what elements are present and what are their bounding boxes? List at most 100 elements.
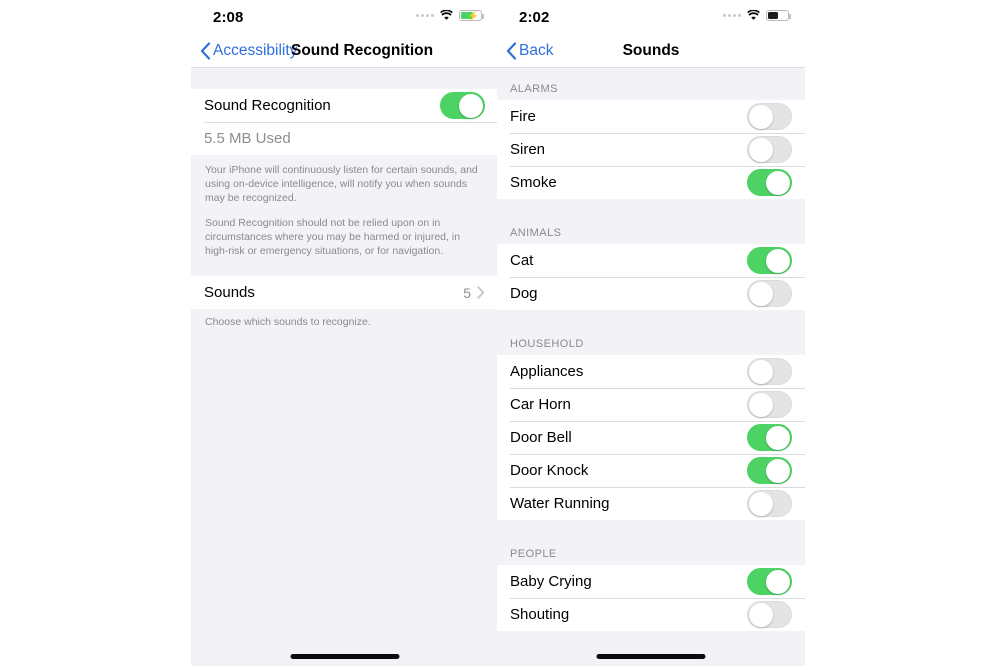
row-value-count: 5 (463, 285, 471, 301)
toggle-siren[interactable] (747, 136, 792, 163)
toggle-knob (459, 94, 483, 118)
row-storage-used: 5.5 MB Used (191, 122, 498, 155)
section-header-people: PEOPLE (497, 543, 805, 565)
toggle-car-horn[interactable] (747, 391, 792, 418)
row-car-horn[interactable]: Car Horn (497, 388, 805, 421)
row-label: Door Knock (510, 462, 747, 479)
section-spacer (497, 310, 805, 333)
spacer-top (191, 68, 498, 89)
status-bar-indicators: ⚡ (416, 10, 482, 21)
toggle-fire[interactable] (747, 103, 792, 130)
row-label: Baby Crying (510, 573, 747, 590)
section-group-household: Appliances Car Horn Door Bell Door Knock Wat… (497, 355, 805, 520)
status-bar-indicators (723, 10, 789, 21)
section-group-people: Baby Crying Shouting (497, 565, 805, 631)
toggle-knob (749, 138, 773, 162)
row-label: Shouting (510, 606, 747, 623)
section-spacer (497, 520, 805, 543)
phone-screen-sound-recognition: 2:08 ⚡ Accessibility (191, 0, 498, 666)
row-dog[interactable]: Dog (497, 277, 805, 310)
toggle-cat[interactable] (747, 247, 792, 274)
signal-dots-icon (723, 14, 741, 17)
toggle-door-knock[interactable] (747, 457, 792, 484)
toggle-smoke[interactable] (747, 169, 792, 196)
toggle-knob (766, 459, 790, 483)
row-fire[interactable]: Fire (497, 100, 805, 133)
toggle-knob (766, 570, 790, 594)
row-smoke[interactable]: Smoke (497, 166, 805, 199)
toggle-knob (766, 426, 790, 450)
section-header-household: HOUSEHOLD (497, 333, 805, 355)
row-door-knock[interactable]: Door Knock (497, 454, 805, 487)
back-button-accessibility[interactable]: Accessibility (200, 34, 297, 68)
row-label: Fire (510, 108, 747, 125)
section-spacer (497, 199, 805, 222)
toggle-knob (749, 282, 773, 306)
status-bar-right: 2:02 (497, 0, 805, 34)
sounds-note: Choose which sounds to recognize. (191, 309, 498, 328)
chevron-right-icon (477, 286, 485, 299)
row-label: Water Running (510, 495, 747, 512)
row-siren[interactable]: Siren (497, 133, 805, 166)
toggle-knob (749, 105, 773, 129)
section-header-alarms: ALARMS (497, 78, 805, 100)
toggle-knob (749, 393, 773, 417)
row-sound-recognition[interactable]: Sound Recognition (191, 89, 498, 122)
row-label: Sound Recognition (204, 97, 440, 114)
signal-dots-icon (416, 14, 434, 17)
section-spacer (497, 68, 805, 78)
toggle-knob (766, 249, 790, 273)
toggle-dog[interactable] (747, 280, 792, 307)
toggle-door-bell[interactable] (747, 424, 792, 451)
section-header-animals: ANIMALS (497, 222, 805, 244)
chevron-left-icon (200, 42, 211, 60)
description-paragraph-2: Sound Recognition should not be relied u… (205, 216, 481, 258)
row-label: Siren (510, 141, 747, 158)
screenshot-stage: 2:08 ⚡ Accessibility (0, 0, 1000, 666)
description-paragraph-1: Your iPhone will continuously listen for… (205, 163, 481, 205)
row-door-bell[interactable]: Door Bell (497, 421, 805, 454)
toggle-knob (749, 603, 773, 627)
toggle-water-running[interactable] (747, 490, 792, 517)
row-shouting[interactable]: Shouting (497, 598, 805, 631)
status-bar-left: 2:08 ⚡ (191, 0, 498, 34)
sound-recognition-group: Sound Recognition 5.5 MB Used (191, 89, 498, 155)
nav-bar-left: Accessibility Sound Recognition (191, 34, 498, 68)
section-group-alarms: Fire Siren Smoke (497, 100, 805, 199)
page-title: Sounds (497, 34, 805, 68)
row-cat[interactable]: Cat (497, 244, 805, 277)
row-sounds[interactable]: Sounds 5 (191, 276, 498, 309)
row-label: Appliances (510, 363, 747, 380)
sounds-group: Sounds 5 (191, 276, 498, 309)
sounds-scroll[interactable]: ALARMS Fire Siren Smoke ANIMALS Cat Dog HOUSEHO… (497, 68, 805, 666)
row-label: 5.5 MB Used (204, 130, 485, 147)
wifi-icon (439, 10, 454, 21)
row-label: Door Bell (510, 429, 747, 446)
phone-screen-sounds: 2:02 Back Sounds AL (497, 0, 805, 666)
home-indicator[interactable] (290, 654, 399, 659)
section-group-animals: Cat Dog (497, 244, 805, 310)
toggle-appliances[interactable] (747, 358, 792, 385)
wifi-icon (746, 10, 761, 21)
toggle-sound-recognition[interactable] (440, 92, 485, 119)
nav-bar-right: Back Sounds (497, 34, 805, 68)
row-label: Dog (510, 285, 747, 302)
status-bar-time: 2:02 (519, 9, 549, 26)
row-baby-crying[interactable]: Baby Crying (497, 565, 805, 598)
toggle-shouting[interactable] (747, 601, 792, 628)
row-water-running[interactable]: Water Running (497, 487, 805, 520)
row-label: Cat (510, 252, 747, 269)
home-indicator[interactable] (597, 654, 706, 659)
row-label: Car Horn (510, 396, 747, 413)
back-button-label: Accessibility (213, 42, 297, 60)
row-appliances[interactable]: Appliances (497, 355, 805, 388)
toggle-knob (766, 171, 790, 195)
page-title: Sound Recognition (291, 34, 433, 68)
toggle-baby-crying[interactable] (747, 568, 792, 595)
status-bar-time: 2:08 (213, 9, 243, 26)
battery-icon (766, 10, 789, 21)
toggle-knob (749, 360, 773, 384)
settings-scroll-left[interactable]: Sound Recognition 5.5 MB Used Your iPhon… (191, 68, 498, 666)
toggle-knob (749, 492, 773, 516)
battery-charging-icon: ⚡ (459, 10, 482, 21)
